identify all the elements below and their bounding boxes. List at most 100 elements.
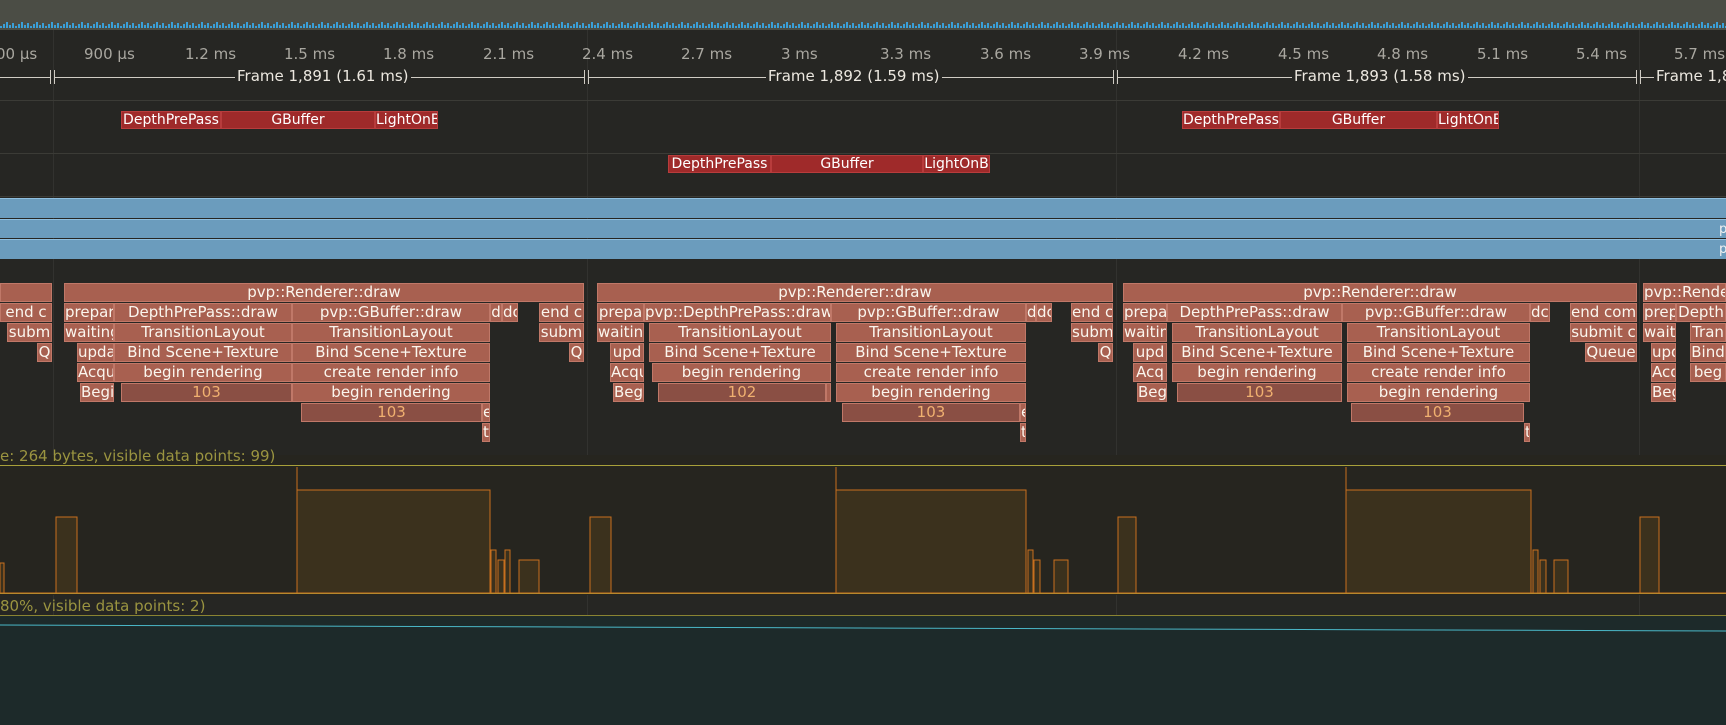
thread-track-bar[interactable] bbox=[0, 239, 1726, 259]
cpu-zone-collapsed-group[interactable]: 103 bbox=[1351, 403, 1524, 422]
cpu-zone-depthprepass-draw[interactable]: pvp::DepthPrePass::draw bbox=[644, 303, 831, 322]
cpu-zone-collapsed-group[interactable]: 102 bbox=[658, 383, 826, 402]
frame-1894-label[interactable]: Frame 1,8 bbox=[1654, 67, 1726, 85]
cpu-zone-acquire[interactable]: Acqu bbox=[77, 363, 114, 382]
cpu-zone-end-commands[interactable]: end com bbox=[1570, 303, 1637, 322]
cpu-zone-begin-rendering[interactable]: begin rendering bbox=[292, 383, 490, 402]
frame-1893-label[interactable]: Frame 1,893 (1.58 ms) bbox=[1292, 67, 1468, 85]
cpu-zone-collapsed-group[interactable]: 103 bbox=[1177, 383, 1342, 402]
cpu-zone-t[interactable]: t bbox=[1020, 423, 1026, 442]
cpu-zone-begin-rendering[interactable]: begin rendering bbox=[836, 383, 1026, 402]
cpu-zone-transitionlayout[interactable]: TransitionLayout bbox=[292, 323, 490, 342]
cpu-zone-update[interactable]: upd bbox=[610, 343, 644, 362]
cpu-zone-queue[interactable]: Q bbox=[37, 343, 52, 362]
cpu-zone-bind-scene[interactable]: Bind Scene+Texture bbox=[1347, 343, 1530, 362]
cpu-zone-submit[interactable]: subm bbox=[539, 323, 584, 342]
cpu-zone-gbuffer-draw[interactable]: pvp::GBuffer::draw bbox=[831, 303, 1026, 322]
cpu-zone-acquire[interactable]: Acqu bbox=[610, 363, 644, 382]
cpu-zone-bind-scene[interactable]: Bind Scene+Texture bbox=[836, 343, 1026, 362]
cpu-zone-bind-scene[interactable]: Bind Scene+Texture bbox=[114, 343, 292, 362]
gpu-zone-gbuffer[interactable]: GBuffer bbox=[771, 155, 923, 173]
cpu-zone-e[interactable]: e bbox=[1020, 403, 1026, 422]
cpu-zone-collapsed-group[interactable]: 103 bbox=[301, 403, 482, 422]
cpu-zone-gbuffer-draw[interactable]: pvp::GBuffer::draw bbox=[1342, 303, 1530, 322]
cpu-zone-begin[interactable]: Begi bbox=[80, 383, 114, 402]
cpu-zone-create-render-info[interactable]: create render info bbox=[836, 363, 1026, 382]
cpu-zone-collapsed-group[interactable]: 103 bbox=[121, 383, 292, 402]
cpu-zone-dcc[interactable]: dc bbox=[502, 303, 518, 322]
cpu-zone-transitionlayout[interactable]: TransitionLayout bbox=[1172, 323, 1342, 342]
cpu-zone-end-commands[interactable]: end c bbox=[1071, 303, 1113, 322]
cpu-zone-queue[interactable]: Q bbox=[569, 343, 584, 362]
cpu-zone-bind-scene[interactable]: Bind Scene+Texture bbox=[649, 343, 831, 362]
time-ruler[interactable] bbox=[0, 30, 1726, 101]
gpu-zone-gbuffer[interactable]: GBuffer bbox=[221, 111, 375, 129]
cpu-zone-collapsed-group[interactable]: 103 bbox=[842, 403, 1020, 422]
cpu-zone-begin[interactable]: Beg bbox=[1137, 383, 1167, 402]
cpu-zone-update[interactable]: upda bbox=[77, 343, 114, 362]
cpu-zone-dcc[interactable]: dc bbox=[1036, 303, 1052, 322]
cpu-zone-dcc[interactable]: d bbox=[1026, 303, 1036, 322]
cpu-zone-dcc[interactable]: d bbox=[490, 303, 502, 322]
gpu-zone-gbuffer[interactable]: GBuffer bbox=[1280, 111, 1437, 129]
cpu-zone-waiting[interactable]: waiting bbox=[597, 323, 644, 342]
cpu-zone-dcc[interactable]: dcc bbox=[1530, 303, 1550, 322]
thread-track-bar[interactable] bbox=[0, 198, 1726, 218]
frame-1892-label[interactable]: Frame 1,892 (1.59 ms) bbox=[766, 67, 942, 85]
cpu-zone-depthprepass-draw[interactable]: Depth bbox=[1676, 303, 1726, 322]
cpu-zone-begin-rendering[interactable]: begin rendering bbox=[652, 363, 831, 382]
cpu-zone-begin-rendering[interactable]: begin rendering bbox=[1172, 363, 1342, 382]
cpu-zone-update[interactable]: upd bbox=[1133, 343, 1167, 362]
cpu-zone-waiting[interactable]: waiting bbox=[64, 323, 114, 342]
cpu-zone-prepare[interactable]: prepar bbox=[64, 303, 114, 322]
frame-1891-label[interactable]: Frame 1,891 (1.61 ms) bbox=[235, 67, 411, 85]
cpu-zone-prepare[interactable]: prepa bbox=[597, 303, 644, 322]
gpu-zone-lighton[interactable]: LightOnB bbox=[375, 111, 438, 129]
cpu-zone-bind-scene[interactable]: Bind Scene+Texture bbox=[292, 343, 490, 362]
cpu-zone-queue[interactable]: Queue bbox=[1585, 343, 1637, 362]
cpu-zone-depthprepass-draw[interactable]: DepthPrePass::draw bbox=[1167, 303, 1342, 322]
cpu-zone-prepare[interactable]: prepa bbox=[1123, 303, 1167, 322]
cpu-zone[interactable] bbox=[0, 283, 52, 302]
cpu-zone-depthprepass-draw[interactable]: DepthPrePass::draw bbox=[114, 303, 292, 322]
cpu-zone-gbuffer-draw[interactable]: pvp::GBuffer::draw bbox=[292, 303, 490, 322]
cpu-zone-end-commands[interactable]: end c bbox=[0, 303, 52, 322]
cpu-zone-t[interactable]: t bbox=[482, 423, 490, 442]
cpu-zone-submit[interactable]: submit c bbox=[1570, 323, 1637, 342]
gpu-zone-lighton[interactable]: LightOnB bbox=[1437, 111, 1499, 129]
cpu-zone-begin[interactable]: Beg bbox=[1651, 383, 1676, 402]
cpu-zone-t[interactable]: t bbox=[1524, 423, 1530, 442]
frame-overview-strip[interactable] bbox=[0, 0, 1726, 30]
cpu-zone-submit[interactable]: subm bbox=[1071, 323, 1113, 342]
cpu-zone-create-render-info[interactable]: create render info bbox=[292, 363, 490, 382]
gpu-zone-depthprepass[interactable]: DepthPrePass bbox=[1182, 111, 1280, 129]
cpu-zone-waiting[interactable]: waitin bbox=[1643, 323, 1676, 342]
cpu-zone-transitionlayout[interactable]: TransitionLayout bbox=[649, 323, 831, 342]
cpu-zone-acquire[interactable]: Acq bbox=[1651, 363, 1676, 382]
thread-track-bar[interactable] bbox=[0, 219, 1726, 238]
cpu-zone-renderer-draw[interactable]: pvp::Renderer::draw bbox=[1643, 283, 1726, 302]
cpu-zone-begin-rendering[interactable]: beg bbox=[1690, 363, 1726, 382]
cpu-zone-create-render-info[interactable]: create render info bbox=[1347, 363, 1530, 382]
cpu-zone-transitionlayout[interactable]: TransitionLayout bbox=[114, 323, 292, 342]
cpu-zone-renderer-draw[interactable]: pvp::Renderer::draw bbox=[1123, 283, 1637, 302]
cpu-zone-end-commands[interactable]: end c bbox=[539, 303, 584, 322]
cpu-zone-begin-rendering[interactable]: begin rendering bbox=[114, 363, 292, 382]
cpu-zone-e[interactable] bbox=[826, 383, 831, 402]
cpu-zone-begin[interactable]: Beg bbox=[613, 383, 644, 402]
cpu-zone-update[interactable]: upd bbox=[1651, 343, 1676, 362]
cpu-zone-renderer-draw[interactable]: pvp::Renderer::draw bbox=[597, 283, 1113, 302]
cpu-zone-e[interactable]: e bbox=[482, 403, 490, 422]
gpu-zone-depthprepass[interactable]: DepthPrePass bbox=[121, 111, 221, 129]
cpu-zone-transitionlayout[interactable]: TransitionLayout bbox=[836, 323, 1026, 342]
cpu-zone-queue[interactable]: Q bbox=[1098, 343, 1113, 362]
cpu-zone-prepare[interactable]: prepa bbox=[1643, 303, 1676, 322]
cpu-zone-transitionlayout[interactable]: TransitionLayout bbox=[1347, 323, 1530, 342]
gpu-zone-lighton[interactable]: LightOnB bbox=[923, 155, 990, 173]
cpu-zone-bind-scene[interactable]: Bind bbox=[1690, 343, 1726, 362]
cpu-zone-transitionlayout[interactable]: Tran bbox=[1690, 323, 1726, 342]
gpu-zone-depthprepass[interactable]: DepthPrePass bbox=[668, 155, 771, 173]
cpu-zone-waiting[interactable]: waitin bbox=[1123, 323, 1167, 342]
cpu-zone-renderer-draw[interactable]: pvp::Renderer::draw bbox=[64, 283, 584, 302]
cpu-zone-bind-scene[interactable]: Bind Scene+Texture bbox=[1172, 343, 1342, 362]
